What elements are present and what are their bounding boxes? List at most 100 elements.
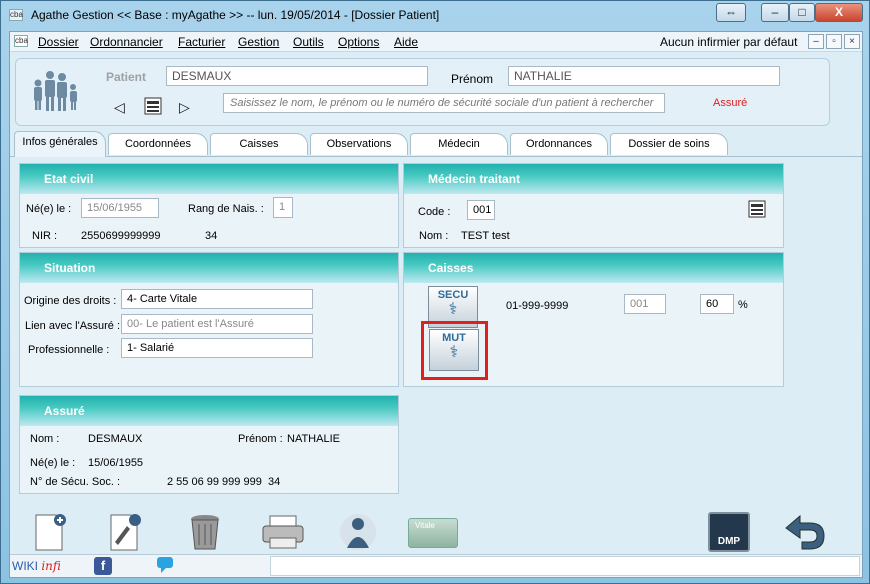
caisse-field[interactable]: 001 — [624, 294, 666, 314]
medecin-code-field[interactable]: 001 — [467, 200, 495, 220]
previous-patient-button[interactable]: ◁ — [114, 99, 125, 116]
mdi-logo-icon: cba — [14, 35, 28, 47]
profession-label: Professionnelle : — [28, 344, 110, 356]
birthdate-field[interactable]: 15/06/1955 — [81, 198, 159, 218]
dmp-label: DMP — [717, 536, 741, 547]
patient-header: Patient DESMAUX Prénom NATHALIE ◁ ▷ Sais… — [15, 58, 830, 126]
assure-nom-value: DESMAUX — [88, 433, 143, 445]
infi-text: infi — [41, 559, 61, 573]
rang-field[interactable]: 1 — [273, 197, 293, 218]
tab-caisses[interactable]: Caisses — [210, 133, 308, 155]
nir-value: 2550699999999 — [81, 230, 161, 242]
chat-icon[interactable] — [156, 556, 178, 576]
edit-document-icon[interactable] — [105, 512, 145, 552]
menu-options[interactable]: Options — [338, 35, 379, 49]
medecin-nom-label: Nom : — [419, 230, 449, 242]
window-title: Agathe Gestion << Base : myAgathe >> -- … — [31, 8, 440, 22]
assure-title: Assuré — [20, 396, 398, 426]
situation-title: Situation — [20, 253, 398, 283]
tab-divider — [10, 156, 862, 157]
running-person-icon: ⚕ — [449, 344, 459, 361]
lien-label: Lien avec l'Assuré : — [25, 320, 121, 332]
bottom-toolbar: Vitale DMP — [10, 508, 862, 554]
menu-outils[interactable]: Outils — [293, 35, 324, 49]
resize-button[interactable]: ⇔ — [716, 3, 746, 22]
trash-icon[interactable] — [185, 512, 225, 552]
rang-label: Rang de Nais. : — [188, 203, 264, 215]
tab-dossier-de-soins[interactable]: Dossier de soins — [610, 133, 728, 155]
tab-bar: Infos générales Coordonnées Caisses Obse… — [10, 131, 862, 157]
tab-ordonnances[interactable]: Ordonnances — [510, 133, 608, 155]
lien-select[interactable]: 00- Le patient est l'Assuré — [121, 314, 313, 334]
caisses-title: Caisses — [404, 253, 783, 283]
nir-key: 34 — [205, 230, 218, 242]
app-window: cba Agathe Gestion << Base : myAgathe >>… — [0, 0, 870, 584]
menu-gestion[interactable]: Gestion — [238, 35, 279, 49]
status-message-field — [270, 556, 860, 576]
assure-ne-value: 15/06/1955 — [88, 457, 144, 469]
medecin-title: Médecin traitant — [404, 164, 783, 194]
etat-civil-title: Etat civil — [20, 164, 398, 194]
minimize-button[interactable]: – — [761, 3, 789, 22]
client-area: cba Dossier Ordonnancier Facturier Gesti… — [9, 31, 863, 578]
medecin-code-label: Code : — [418, 206, 451, 218]
mdi-minimize-button[interactable]: – — [808, 34, 824, 49]
menu-ordonnancier[interactable]: Ordonnancier — [90, 35, 163, 49]
tab-observations[interactable]: Observations — [310, 133, 408, 155]
wiki-text: WIKI — [12, 559, 38, 573]
wiki-infi-link[interactable]: WIKI infi — [12, 559, 61, 573]
situation-panel: Situation Origine des droits : 4- Carte … — [19, 252, 399, 387]
patient-search-input[interactable]: Saisissez le nom, le prénom ou le numéro… — [223, 93, 665, 113]
profession-select[interactable]: 1- Salarié — [121, 338, 313, 358]
status-bar: WIKI infi f — [10, 554, 862, 577]
mdi-restore-button[interactable]: ▫ — [826, 34, 842, 49]
new-document-icon[interactable] — [30, 512, 70, 552]
running-person-icon: ⚕ — [448, 301, 458, 318]
back-arrow-icon[interactable] — [782, 512, 828, 552]
mut-label: MUT — [442, 332, 466, 344]
vitale-text: Vitale — [415, 521, 435, 530]
mut-button[interactable]: MUT ⚕ — [429, 329, 479, 371]
close-button[interactable]: X — [815, 3, 863, 22]
patient-card-icon[interactable] — [144, 97, 162, 115]
tab-medecin[interactable]: Médecin — [410, 133, 508, 155]
assure-prenom-label: Prénom : — [238, 433, 283, 445]
facebook-icon[interactable]: f — [94, 557, 112, 575]
menu-aide[interactable]: Aide — [394, 35, 418, 49]
vitale-card-icon[interactable]: Vitale — [408, 518, 458, 548]
app-logo-icon: cba — [9, 9, 23, 21]
assure-secu-key: 34 — [268, 476, 281, 488]
infirmier-selector[interactable]: Aucun infirmier par défaut — [660, 35, 797, 49]
user-profile-icon[interactable] — [335, 512, 381, 552]
nir-label: NIR : — [32, 230, 58, 242]
patient-firstname-field[interactable]: NATHALIE — [508, 66, 780, 86]
title-bar: cba Agathe Gestion << Base : myAgathe >>… — [1, 1, 869, 31]
assure-secu-value: 2 55 06 99 999 999 — [167, 476, 262, 488]
dmp-button[interactable]: DMP — [708, 512, 750, 552]
family-icon — [34, 71, 77, 111]
percent-sign: % — [738, 299, 748, 311]
assure-nom-label: Nom : — [30, 433, 60, 445]
patient-lastname-field[interactable]: DESMAUX — [166, 66, 428, 86]
assure-ne-label: Né(e) le : — [30, 457, 76, 469]
printer-icon[interactable] — [260, 512, 306, 552]
etat-civil-panel: Etat civil Né(e) le : 15/06/1955 Rang de… — [19, 163, 399, 248]
percent-field[interactable]: 60 — [700, 294, 734, 314]
medecin-panel: Médecin traitant Code : 001 Nom : TEST t… — [403, 163, 784, 248]
assure-secu-label: N° de Sécu. Soc. : — [30, 476, 120, 488]
mdi-close-button[interactable]: × — [844, 34, 860, 49]
assure-prenom-value: NATHALIE — [287, 433, 340, 445]
tab-coordonnees[interactable]: Coordonnées — [108, 133, 208, 155]
origine-select[interactable]: 4- Carte Vitale — [121, 289, 313, 309]
birthdate-label: Né(e) le : — [26, 203, 72, 215]
caisses-panel: Caisses SECU ⚕ 01-999-9999 001 60 % MUT … — [403, 252, 784, 387]
tab-infos-generales[interactable]: Infos générales — [14, 131, 106, 157]
medecin-card-icon[interactable] — [748, 200, 766, 218]
medecin-nom-value: TEST test — [461, 230, 510, 242]
menu-dossier[interactable]: Dossier — [38, 35, 79, 49]
maximize-button[interactable]: □ — [789, 3, 815, 22]
next-patient-button[interactable]: ▷ — [179, 99, 190, 116]
prenom-label: Prénom — [451, 72, 494, 86]
assure-status: Assuré — [713, 97, 748, 109]
menu-facturier[interactable]: Facturier — [178, 35, 225, 49]
